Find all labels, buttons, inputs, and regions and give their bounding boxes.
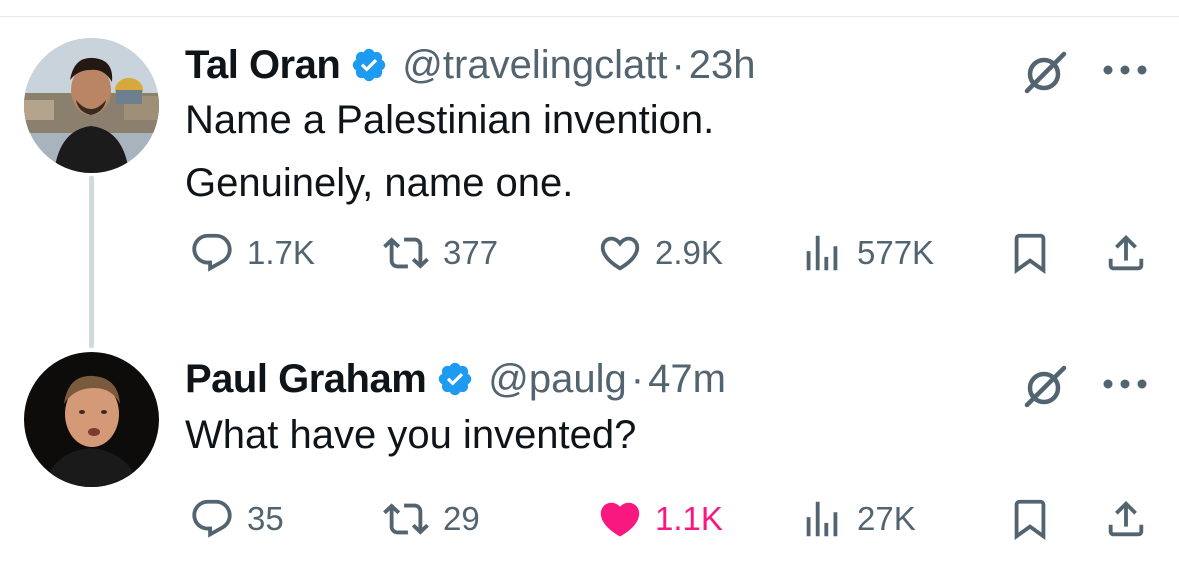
views-icon: [806, 501, 838, 537]
reply-icon: [192, 499, 232, 538]
verified-badge-icon: [353, 48, 386, 82]
bookmark-button[interactable]: [1007, 494, 1053, 544]
tweet-text-line: Name a Palestinian invention.: [185, 98, 715, 142]
share-icon: [1108, 500, 1144, 537]
tweet-text: Name a Palestinian invention. Genuinely,…: [185, 89, 714, 215]
tweet-actions: 1.7K 377 2.9K 577K: [185, 228, 1155, 278]
top-divider: [0, 16, 1179, 17]
bookmark-icon: [1014, 499, 1046, 540]
repost-count: 377: [443, 234, 499, 271]
like-button[interactable]: 2.9K: [597, 228, 723, 278]
reply-button[interactable]: 35: [189, 494, 284, 544]
views-button[interactable]: 27K: [799, 494, 916, 544]
separator-dot: ·: [671, 42, 685, 87]
tweet-actions: 35 29 1.1K 27K: [185, 494, 1155, 544]
share-button[interactable]: [1103, 494, 1149, 544]
share-icon: [1108, 234, 1144, 271]
more-icon[interactable]: [1102, 378, 1148, 390]
repost-icon: [383, 237, 429, 269]
timestamp[interactable]: 23h: [689, 43, 756, 88]
tweet-text-line: Genuinely, name one.: [185, 161, 574, 205]
like-button[interactable]: 1.1K: [597, 494, 723, 544]
handle[interactable]: @paulg: [488, 357, 626, 402]
repost-button[interactable]: 29: [381, 494, 480, 544]
repost-button[interactable]: 377: [381, 228, 498, 278]
reply-button[interactable]: 1.7K: [189, 228, 315, 278]
tweet-header: Paul Graham @paulg · 47m: [185, 354, 726, 404]
views-count: 27K: [857, 500, 916, 537]
bookmark-button[interactable]: [1007, 228, 1053, 278]
display-name[interactable]: Tal Oran: [185, 43, 341, 88]
verified-badge-icon: [439, 362, 472, 396]
bookmark-icon: [1014, 233, 1046, 274]
avatar[interactable]: [24, 38, 159, 173]
timestamp[interactable]: 47m: [648, 357, 726, 402]
share-button[interactable]: [1103, 228, 1149, 278]
avatar[interactable]: [24, 352, 159, 487]
views-button[interactable]: 577K: [799, 228, 934, 278]
more-icon[interactable]: [1102, 64, 1148, 76]
tweet-header: Tal Oran @travelingclatt · 23h: [185, 40, 756, 90]
reply-icon: [192, 233, 232, 272]
separator-dot: ·: [630, 356, 645, 401]
reply-count: 35: [247, 500, 284, 537]
views-count: 577K: [857, 234, 935, 271]
repost-icon: [383, 503, 429, 535]
thread-connector-line: [89, 176, 94, 348]
reply-count: 1.7K: [247, 234, 315, 271]
like-count: 2.9K: [655, 234, 723, 271]
tweet-text: What have you invented?: [185, 404, 636, 467]
grok-icon[interactable]: [1018, 360, 1070, 412]
grok-icon[interactable]: [1018, 46, 1070, 98]
repost-count: 29: [443, 500, 480, 537]
display-name[interactable]: Paul Graham: [185, 357, 427, 402]
like-count: 1.1K: [655, 500, 723, 537]
tweet-text-line: What have you invented?: [185, 413, 637, 457]
like-icon: [600, 502, 640, 537]
like-icon: [600, 236, 640, 271]
handle[interactable]: @travelingclatt: [402, 43, 667, 88]
views-icon: [806, 235, 838, 271]
